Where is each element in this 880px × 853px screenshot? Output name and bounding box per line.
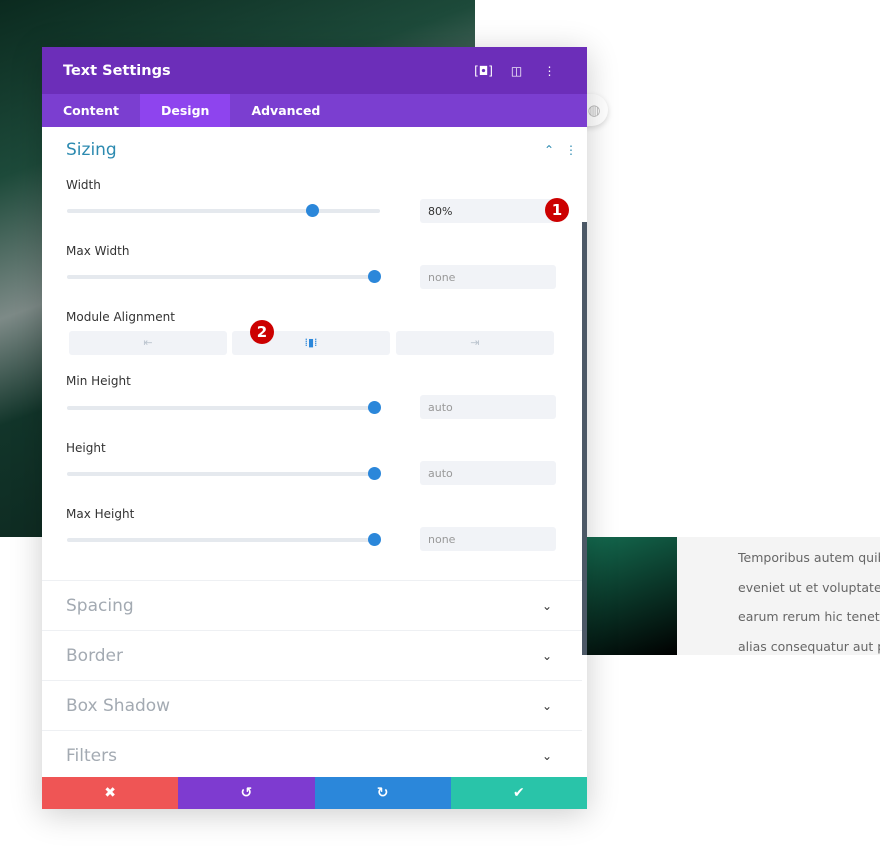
spacing-section[interactable]: Spacing ⌄ — [42, 580, 582, 630]
redo-icon: ↻ — [376, 785, 389, 801]
border-section[interactable]: Border ⌄ — [42, 630, 582, 680]
panel-header: Text Settings [◘] ◫ ⋮ — [42, 47, 587, 94]
filters-section[interactable]: Filters ⌄ — [42, 730, 582, 780]
max-width-slider[interactable] — [67, 270, 381, 283]
section-image — [583, 537, 677, 655]
slider-thumb[interactable] — [306, 204, 320, 217]
chevron-down-icon: ⌄ — [541, 699, 552, 713]
panel-tabs: Content Design Advanced — [42, 94, 587, 127]
chevron-up-icon[interactable]: ⌃ — [544, 143, 554, 157]
module-alignment-label: Module Alignment — [66, 310, 175, 324]
max-width-label: Max Width — [66, 244, 130, 258]
annotation-badge-2: 2 — [250, 320, 274, 344]
align-center-icon: ⁞▮⁞ — [304, 336, 318, 349]
cancel-button[interactable]: ✖ — [42, 777, 179, 809]
max-height-slider[interactable] — [67, 533, 381, 546]
width-slider[interactable] — [67, 204, 380, 217]
tab-advanced[interactable]: Advanced — [230, 94, 341, 127]
undo-icon: ↺ — [240, 785, 253, 801]
sizing-section-title[interactable]: Sizing — [66, 140, 117, 160]
tab-design[interactable]: Design — [140, 94, 231, 127]
page-text-block: Temporibus autem quibu eveniet ut et vol… — [677, 537, 880, 655]
slider-thumb[interactable] — [367, 270, 381, 283]
annotation-badge-1: 1 — [545, 198, 569, 222]
slider-thumb[interactable] — [367, 401, 381, 414]
slider-thumb[interactable] — [367, 533, 381, 546]
tab-content[interactable]: Content — [42, 94, 140, 127]
align-left-icon: ⇤ — [143, 336, 153, 349]
height-slider[interactable] — [67, 467, 381, 480]
scrollbar[interactable] — [582, 222, 587, 655]
more-icon[interactable]: ⋮ — [533, 64, 566, 78]
width-input[interactable] — [420, 199, 556, 223]
undo-button[interactable]: ↺ — [178, 777, 315, 809]
text-settings-panel: Text Settings [◘] ◫ ⋮ Content Design Adv… — [42, 47, 587, 809]
height-input[interactable] — [420, 461, 556, 485]
max-height-input[interactable] — [420, 527, 556, 551]
slider-thumb[interactable] — [367, 467, 381, 480]
align-right-button[interactable]: ⇥ — [396, 331, 554, 355]
check-icon: ✔ — [513, 785, 525, 801]
box-shadow-section[interactable]: Box Shadow ⌄ — [42, 680, 582, 730]
chevron-down-icon: ⌄ — [541, 649, 552, 663]
min-height-input[interactable] — [420, 395, 556, 419]
section-more-icon[interactable]: ⋮ — [565, 143, 577, 157]
save-button[interactable]: ✔ — [450, 777, 587, 809]
split-view-icon[interactable]: ◫ — [500, 64, 533, 78]
max-width-input[interactable] — [420, 265, 556, 289]
min-height-slider[interactable] — [67, 401, 381, 414]
chevron-down-icon: ⌄ — [541, 749, 552, 763]
chevron-down-icon: ⌄ — [541, 599, 552, 613]
width-label: Width — [66, 178, 101, 192]
min-height-label: Min Height — [66, 374, 131, 388]
panel-footer: ✖ ↺ ↻ ✔ — [42, 777, 587, 809]
panel-title: Text Settings — [63, 62, 171, 79]
fullscreen-icon[interactable]: [◘] — [467, 64, 500, 78]
redo-button[interactable]: ↻ — [314, 777, 451, 809]
max-height-label: Max Height — [66, 507, 135, 521]
height-label: Height — [66, 441, 106, 455]
align-left-button[interactable]: ⇤ — [69, 331, 227, 355]
close-icon: ✖ — [104, 785, 116, 801]
align-right-icon: ⇥ — [470, 336, 480, 349]
